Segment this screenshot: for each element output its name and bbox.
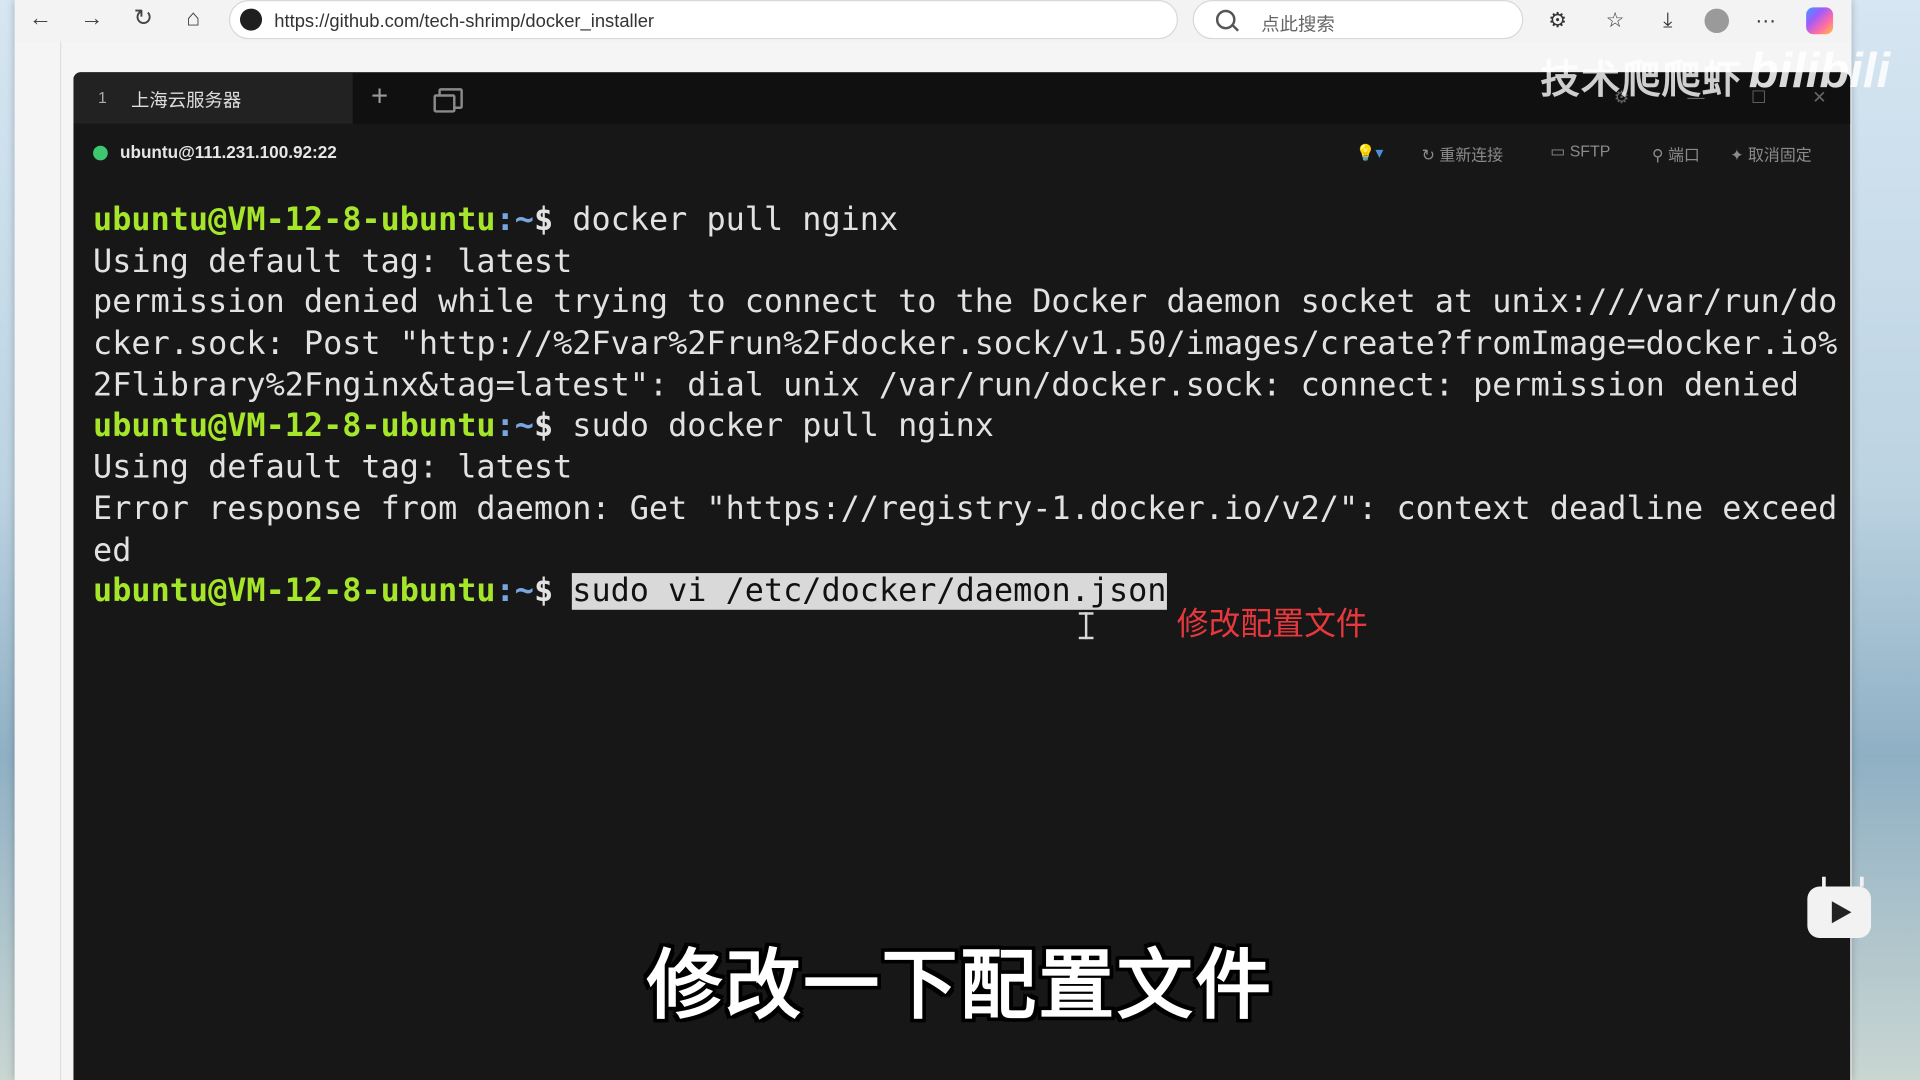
extensions-icon[interactable]: ⚙ <box>1543 6 1572 35</box>
terminal-command-line: ubuntu@VM-12-8-ubuntu:~$ sudo docker pul… <box>93 407 1832 448</box>
terminal-command-line: ubuntu@VM-12-8-ubuntu:~$ docker pull ngi… <box>93 201 1832 242</box>
favorites-icon[interactable]: ☆ <box>1600 6 1629 35</box>
split-window-icon[interactable] <box>433 88 463 113</box>
terminal-output-line: Using default tag: latest <box>93 449 573 487</box>
port-label: 端口 <box>1667 145 1700 165</box>
reconnect-button[interactable]: ↻ 重新连接 <box>1422 142 1503 165</box>
tab-shanghai-server[interactable]: 1 上海云服务器 <box>73 72 353 124</box>
github-icon <box>240 8 263 31</box>
uploader-watermark: 技术爬爬虾 <box>1540 57 1743 102</box>
terminal-output[interactable]: ubuntu@VM-12-8-ubuntu:~$ docker pull ngi… <box>93 201 1838 614</box>
annotation-text: 修改配置文件 <box>1176 604 1368 642</box>
prompt-path: :~ <box>495 408 534 446</box>
prompt-symbol: $ <box>533 408 573 446</box>
lightbulb-icon[interactable]: 💡▾ <box>1356 143 1384 163</box>
bilibili-logo: bilibili <box>1748 44 1891 98</box>
video-frame: ← → ↻ ⌂ https://github.com/tech-shrimp/d… <box>0 0 1920 1080</box>
prompt-user: ubuntu@VM-12-8-ubuntu <box>93 408 496 446</box>
address-bar[interactable]: https://github.com/tech-shrimp/docker_in… <box>228 0 1178 40</box>
profile-avatar[interactable] <box>1704 8 1729 34</box>
text-cursor-icon <box>1078 612 1094 640</box>
search-placeholder: 点此搜索 <box>1261 14 1335 36</box>
downloads-icon[interactable]: ⤓ <box>1653 6 1682 35</box>
port-button[interactable]: ⚲ 端口 <box>1652 142 1700 165</box>
terminal-output-line: cker.sock: Post "http://%2Fvar%2Frun%2Fd… <box>93 325 1838 363</box>
terminal-output-line: permission denied while trying to connec… <box>93 284 1838 322</box>
selected-command-text: sudo vi /etc/docker/daemon.json <box>572 573 1167 611</box>
sftp-button[interactable]: ▭ SFTP <box>1550 142 1610 162</box>
prompt-user: ubuntu@VM-12-8-ubuntu <box>93 573 496 611</box>
connection-bar: ubuntu@111.231.100.92:22 💡▾ ↻ 重新连接 ▭ SFT… <box>73 124 1850 178</box>
prompt-path: :~ <box>495 202 534 239</box>
copilot-icon[interactable] <box>1806 7 1834 35</box>
video-subtitle: 修改一下配置文件 <box>646 944 1274 1029</box>
prompt-symbol: $ <box>533 573 573 611</box>
home-button[interactable]: ⌂ <box>178 5 210 34</box>
terminal-output-line: Using default tag: latest <box>93 243 573 281</box>
sftp-label: SFTP <box>1569 142 1611 161</box>
back-button[interactable]: ← <box>24 5 56 34</box>
connection-host: ubuntu@111.231.100.92:22 <box>120 142 337 162</box>
url-text: https://github.com/tech-shrimp/docker_in… <box>274 11 655 32</box>
more-icon[interactable]: ··· <box>1751 6 1780 35</box>
terminal-command-line: ubuntu@VM-12-8-ubuntu:~$ sudo vi /etc/do… <box>93 572 1832 613</box>
new-tab-plus-icon[interactable]: + <box>371 80 388 114</box>
forward-button[interactable]: → <box>76 5 108 34</box>
unpin-button[interactable]: ✦ 取消固定 <box>1730 142 1811 165</box>
terminal-output-line: Error response from daemon: Get "https:/… <box>93 490 1838 528</box>
prompt-symbol: $ <box>533 202 573 239</box>
reconnect-label: 重新连接 <box>1439 145 1504 165</box>
search-box[interactable]: 点此搜索 <box>1192 0 1524 40</box>
connected-status-icon <box>93 145 108 161</box>
reload-button[interactable]: ↻ <box>127 5 159 34</box>
prompt-user: ubuntu@VM-12-8-ubuntu <box>93 202 496 239</box>
tab-title: 上海云服务器 <box>131 90 242 112</box>
command-text: sudo docker pull nginx <box>572 408 994 446</box>
unpin-label: 取消固定 <box>1747 145 1812 165</box>
search-icon <box>1215 9 1236 30</box>
browser-toolbar: ← → ↻ ⌂ https://github.com/tech-shrimp/d… <box>14 0 1852 42</box>
command-text: docker pull nginx <box>572 202 899 239</box>
terminal-output-line: 2Flibrary%2Fnginx&tag=latest": dial unix… <box>93 367 1799 404</box>
terminal-output-line: ed <box>93 532 132 569</box>
prompt-path: :~ <box>495 573 534 611</box>
tab-number: 1 <box>97 88 107 107</box>
